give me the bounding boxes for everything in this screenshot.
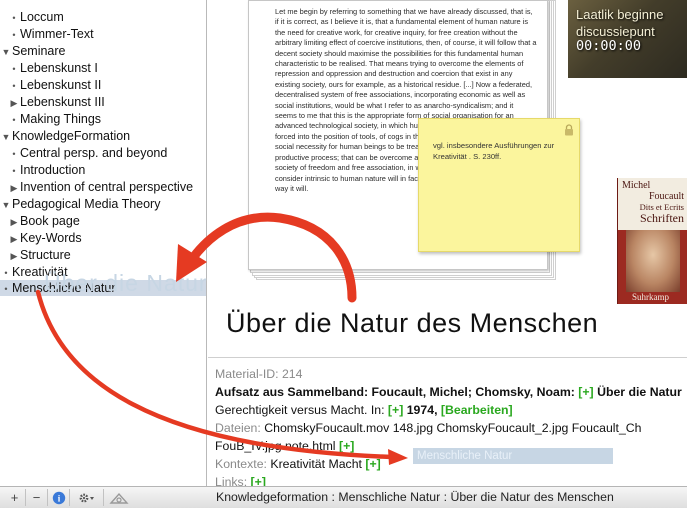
book-author-first: Michel bbox=[622, 180, 651, 191]
breadcrumb: Knowledgeformation : Menschliche Natur :… bbox=[216, 490, 614, 504]
disclosure-collapsed-icon[interactable]: ▶ bbox=[8, 95, 20, 111]
book-cover-header: Michel Foucault Dits et Ecrits Schriften bbox=[618, 178, 687, 230]
edit-button[interactable]: [Bearbeiten] bbox=[441, 403, 513, 417]
info-button[interactable]: i bbox=[48, 489, 70, 506]
sidebar-item-knowledgeformation[interactable]: ▼ KnowledgeFormation bbox=[0, 128, 206, 145]
links-line: Links: [+] bbox=[215, 473, 266, 486]
sidebar-item-label: Invention of central perspective bbox=[20, 180, 194, 194]
drag-drop-target[interactable]: Menschliche Natur bbox=[413, 448, 613, 464]
add-link-button[interactable]: [+] bbox=[251, 475, 266, 486]
bullet-icon: • bbox=[12, 64, 16, 74]
bullet-icon: • bbox=[12, 149, 16, 159]
disclosure-collapsed-icon[interactable]: ▶ bbox=[8, 231, 20, 247]
bullet-icon: • bbox=[12, 115, 16, 125]
disclosure-expanded-icon[interactable]: ▼ bbox=[0, 129, 12, 145]
disclosure-collapsed-icon[interactable]: ▶ bbox=[8, 180, 20, 196]
remove-button[interactable]: − bbox=[26, 489, 48, 506]
sidebar-item-making-things[interactable]: • Making Things bbox=[0, 111, 206, 127]
sidebar-item-book-page[interactable]: ▶ Book page bbox=[0, 213, 206, 230]
book-cover-image[interactable]: Michel Foucault Dits et Ecrits Schriften… bbox=[617, 178, 687, 304]
sidebar-item-label: Book page bbox=[20, 214, 80, 228]
sidebar-item-label: Lebenskunst I bbox=[20, 61, 98, 75]
contexts-line: Kontexte: Kreativität Macht [+] bbox=[215, 455, 381, 473]
sidebar-item-label: Loccum bbox=[20, 10, 64, 24]
citation-year: 1974, bbox=[403, 403, 441, 417]
sidebar-item-central-persp[interactable]: • Central persp. and beyond bbox=[0, 145, 206, 161]
bullet-icon: • bbox=[12, 81, 16, 91]
files-label: Dateien: bbox=[215, 421, 265, 435]
sidebar-item-invention-central-perspective[interactable]: ▶ Invention of central perspective bbox=[0, 179, 206, 196]
disclosure-collapsed-icon[interactable]: ▶ bbox=[8, 214, 20, 230]
bottom-toolbar: + − i Knowledgeformation : Menschliche N… bbox=[0, 486, 687, 508]
sidebar-item-label: Lebenskunst III bbox=[20, 95, 105, 109]
add-context-button[interactable]: [+] bbox=[365, 457, 380, 471]
sidebar-item-structure[interactable]: ▶ Structure bbox=[0, 247, 206, 264]
sidebar-item-label: Introduction bbox=[20, 163, 86, 177]
info-icon: i bbox=[52, 491, 65, 504]
page-title: Über die Natur des Menschen bbox=[226, 308, 599, 338]
sidebar-item-label: Structure bbox=[20, 248, 71, 262]
book-publisher: Suhrkamp bbox=[632, 292, 669, 302]
drag-ghost-label: Über die Natur bbox=[44, 270, 208, 296]
citation-text: Aufsatz aus Sammelband: Foucault, Michel… bbox=[215, 385, 579, 399]
bullet-icon: • bbox=[12, 13, 16, 23]
video-caption: Laatlik beginne discussiepunt bbox=[576, 7, 664, 39]
bullet-icon: • bbox=[12, 30, 16, 40]
disclosure-expanded-icon[interactable]: ▼ bbox=[0, 197, 12, 213]
sticky-note-text: vgl. insbesondere Ausführungen zur Kreat… bbox=[433, 141, 555, 161]
add-author-button[interactable]: [+] bbox=[578, 385, 593, 399]
book-author-last: Foucault bbox=[649, 191, 684, 202]
files-list[interactable]: ChomskyFoucault.mov 148.jpg ChomskyFouca… bbox=[264, 421, 641, 435]
files-list-continued[interactable]: FouB_IV.jpg note.html bbox=[215, 439, 339, 453]
portrait-image bbox=[626, 230, 680, 292]
sidebar-item-lebenskunst-1[interactable]: • Lebenskunst I bbox=[0, 60, 206, 76]
sticky-note[interactable]: vgl. insbesondere Ausführungen zur Kreat… bbox=[418, 118, 580, 252]
video-thumbnail[interactable]: Laatlik beginne discussiepunt 00:00:00 bbox=[568, 0, 687, 78]
sidebar-item-label: Seminare bbox=[12, 44, 66, 58]
material-id: Material-ID: 214 bbox=[215, 367, 303, 381]
main-content: Let me begin by referring to something t… bbox=[208, 0, 687, 486]
sidebar-item-label: Key-Words bbox=[20, 231, 82, 245]
sidebar-item-pedagogical-media-theory[interactable]: ▼ Pedagogical Media Theory bbox=[0, 196, 206, 213]
add-source-button[interactable]: [+] bbox=[388, 403, 403, 417]
sidebar-item-label: KnowledgeFormation bbox=[12, 129, 131, 143]
files-line: Dateien: ChomskyFoucault.mov 148.jpg Cho… bbox=[215, 419, 642, 437]
sidebar-item-label: Pedagogical Media Theory bbox=[12, 197, 161, 211]
files-line-2: FouB_IV.jpg note.html [+] bbox=[215, 437, 354, 455]
book-title-line2: Schriften bbox=[640, 211, 684, 225]
sidebar-item-loccum[interactable]: • Loccum bbox=[0, 9, 206, 25]
contexts-list[interactable]: Kreativität Macht bbox=[270, 457, 365, 471]
sidebar-item-lebenskunst-2[interactable]: • Lebenskunst II bbox=[0, 77, 206, 93]
sidebar-item-label: Wimmer-Text bbox=[20, 27, 94, 41]
disclosure-expanded-icon[interactable]: ▼ bbox=[0, 44, 12, 60]
gear-icon bbox=[79, 493, 94, 502]
sidebar-item-introduction[interactable]: • Introduction bbox=[0, 162, 206, 178]
action-menu-button[interactable] bbox=[70, 489, 104, 506]
citation-subtitle: Gerechtigkeit versus Macht. In: bbox=[215, 403, 388, 417]
citation-line-2: Gerechtigkeit versus Macht. In: [+] 1974… bbox=[215, 401, 513, 419]
citation-line: Aufsatz aus Sammelband: Foucault, Michel… bbox=[215, 383, 682, 401]
sidebar-item-seminare[interactable]: ▼ Seminare bbox=[0, 43, 206, 60]
sidebar-item-key-words[interactable]: ▶ Key-Words bbox=[0, 230, 206, 247]
add-button[interactable]: + bbox=[4, 489, 26, 506]
contexts-label: Kontexte: bbox=[215, 457, 271, 471]
bullet-icon: • bbox=[12, 166, 16, 176]
bullet-icon: • bbox=[4, 268, 8, 278]
sidebar-item-label: Central persp. and beyond bbox=[20, 146, 168, 160]
citation-title: Über die Natur bbox=[593, 385, 682, 399]
sidebar-item-lebenskunst-3[interactable]: ▶ Lebenskunst III bbox=[0, 94, 206, 111]
video-timecode: 00:00:00 bbox=[576, 38, 642, 54]
sidebar-item-label: Making Things bbox=[20, 112, 102, 126]
links-label: Links: bbox=[215, 475, 251, 486]
network-icon bbox=[109, 492, 129, 504]
add-file-button[interactable]: [+] bbox=[339, 439, 354, 453]
bullet-icon: • bbox=[4, 284, 8, 294]
divider bbox=[208, 357, 687, 358]
sidebar-item-label: Lebenskunst II bbox=[20, 78, 102, 92]
sidebar: • Loccum • Wimmer-Text ▼ Seminare • Lebensku… bbox=[0, 0, 207, 486]
share-button[interactable] bbox=[104, 489, 134, 506]
disclosure-collapsed-icon[interactable]: ▶ bbox=[8, 248, 20, 264]
lock-icon bbox=[565, 124, 573, 136]
sidebar-item-wimmer-text[interactable]: • Wimmer-Text bbox=[0, 26, 206, 42]
